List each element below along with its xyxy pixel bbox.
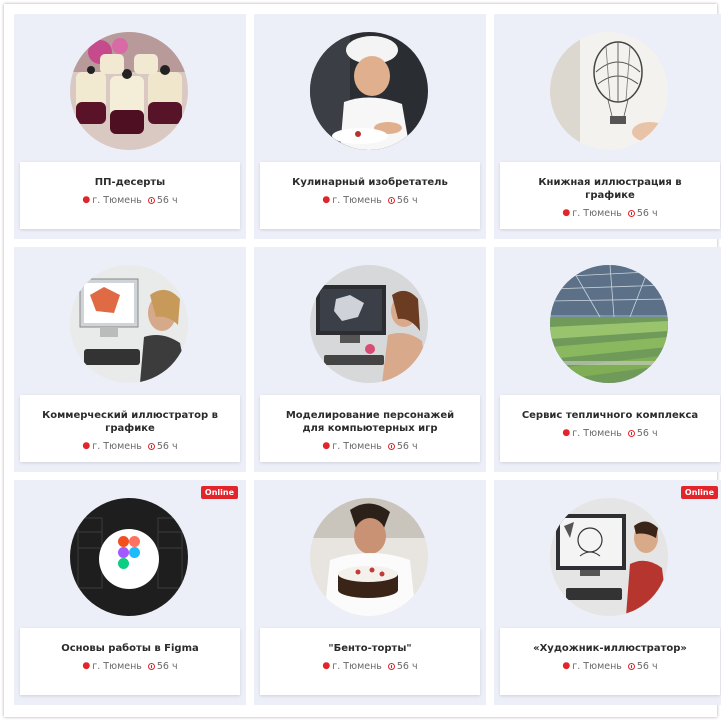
location-pin-icon: ● xyxy=(322,195,331,205)
location-pin-icon: ● xyxy=(562,661,571,671)
course-city: г. Тюмень xyxy=(332,195,382,206)
clock-icon xyxy=(147,663,155,670)
course-meta: ● г. Тюмень 56 ч xyxy=(322,661,417,672)
clock-icon xyxy=(627,430,635,437)
course-meta: ● г. Тюмень 56 ч xyxy=(322,195,417,206)
course-card[interactable]: Online Основы работы в Figma ● г. Тюмень… xyxy=(14,480,246,705)
course-meta: ● г. Тюмень 56 ч xyxy=(322,441,417,452)
clock-icon xyxy=(387,663,395,670)
courses-frame: ПП-десерты ● г. Тюмень 56 ч Кулинарный и… xyxy=(4,4,721,717)
course-meta: ● г. Тюмень 56 ч xyxy=(82,441,177,452)
course-title: «Художник-иллюстратор» xyxy=(533,643,687,654)
course-title: Моделирование персонажей для компьютерны… xyxy=(285,410,455,434)
location-pin-icon: ● xyxy=(562,428,571,438)
clock-icon xyxy=(147,443,155,450)
course-meta: ● г. Тюмень 56 ч xyxy=(562,661,657,672)
chef-photo xyxy=(310,32,428,150)
figma-logo xyxy=(70,498,188,616)
course-city: г. Тюмень xyxy=(92,441,142,452)
course-info: Коммерческий иллюстратор в графике ● г. Т… xyxy=(20,395,240,462)
course-title: Сервис тепличного комплекса xyxy=(521,410,699,421)
course-card[interactable]: "Бенто-торты" ● г. Тюмень 56 ч xyxy=(254,480,486,705)
course-city: г. Тюмень xyxy=(572,661,622,672)
clock-icon xyxy=(147,197,155,204)
course-city: г. Тюмень xyxy=(572,428,622,439)
course-duration: 56 ч xyxy=(636,661,658,672)
course-meta: ● г. Тюмень 56 ч xyxy=(82,661,177,672)
course-duration: 56 ч xyxy=(396,195,418,206)
location-pin-icon: ● xyxy=(82,441,91,451)
greenhouse-photo xyxy=(550,265,668,383)
course-card[interactable]: Кулинарный изобретатель ● г. Тюмень 56 ч xyxy=(254,14,486,239)
course-city: г. Тюмень xyxy=(92,195,142,206)
course-info: Кулинарный изобретатель ● г. Тюмень 56 ч xyxy=(260,162,480,229)
course-duration: 56 ч xyxy=(636,208,658,219)
course-title: Кулинарный изобретатель xyxy=(292,177,448,188)
cake-chef-photo xyxy=(310,498,428,616)
course-meta: ● г. Тюмень 56 ч xyxy=(82,195,177,206)
location-pin-icon: ● xyxy=(322,441,331,451)
course-card[interactable]: Сервис тепличного комплекса ● г. Тюмень 5… xyxy=(494,247,721,472)
course-info: Моделирование персонажей для компьютерны… xyxy=(260,395,480,462)
course-title: Книжная иллюстрация в графике xyxy=(538,177,682,201)
location-pin-icon: ● xyxy=(322,661,331,671)
course-duration: 56 ч xyxy=(396,661,418,672)
course-card[interactable]: Моделирование персонажей для компьютерны… xyxy=(254,247,486,472)
course-card[interactable]: Книжная иллюстрация в графике ● г. Тюмень… xyxy=(494,14,721,239)
graphic-tablet-photo xyxy=(70,265,188,383)
course-city: г. Тюмень xyxy=(572,208,622,219)
course-city: г. Тюмень xyxy=(92,661,142,672)
course-card[interactable]: ПП-десерты ● г. Тюмень 56 ч xyxy=(14,14,246,239)
course-info: Сервис тепличного комплекса ● г. Тюмень 5… xyxy=(500,395,720,462)
clock-icon xyxy=(627,210,635,217)
course-card[interactable]: Online «Художник-иллюстратор» ● г. Тюмен… xyxy=(494,480,721,705)
3d-modeling-photo xyxy=(310,265,428,383)
course-meta: ● г. Тюмень 56 ч xyxy=(562,208,657,219)
clock-icon xyxy=(387,197,395,204)
location-pin-icon: ● xyxy=(562,208,571,218)
course-city: г. Тюмень xyxy=(332,661,382,672)
illustrator-photo xyxy=(550,498,668,616)
balloon-sketch-photo xyxy=(550,32,668,150)
location-pin-icon: ● xyxy=(82,195,91,205)
clock-icon xyxy=(387,443,395,450)
course-info: "Бенто-торты" ● г. Тюмень 56 ч xyxy=(260,628,480,695)
course-duration: 56 ч xyxy=(156,441,178,452)
course-info: Основы работы в Figma ● г. Тюмень 56 ч xyxy=(20,628,240,695)
course-title: Коммерческий иллюстратор в графике xyxy=(42,410,218,434)
course-grid: ПП-десерты ● г. Тюмень 56 ч Кулинарный и… xyxy=(14,14,721,705)
course-info: «Художник-иллюстратор» ● г. Тюмень 56 ч xyxy=(500,628,720,695)
course-duration: 56 ч xyxy=(636,428,658,439)
course-duration: 56 ч xyxy=(396,441,418,452)
course-duration: 56 ч xyxy=(156,661,178,672)
course-info: ПП-десерты ● г. Тюмень 56 ч xyxy=(20,162,240,229)
course-city: г. Тюмень xyxy=(332,441,382,452)
course-title: Основы работы в Figma xyxy=(61,643,199,654)
location-pin-icon: ● xyxy=(82,661,91,671)
course-title: ПП-десерты xyxy=(94,177,166,188)
course-duration: 56 ч xyxy=(156,195,178,206)
course-card[interactable]: Коммерческий иллюстратор в графике ● г. Т… xyxy=(14,247,246,472)
course-meta: ● г. Тюмень 56 ч xyxy=(562,428,657,439)
desserts-photo xyxy=(70,32,188,150)
clock-icon xyxy=(627,663,635,670)
online-badge: Online xyxy=(680,486,718,499)
online-badge: Online xyxy=(200,486,238,499)
course-info: Книжная иллюстрация в графике ● г. Тюмень… xyxy=(500,162,720,229)
course-title: "Бенто-торты" xyxy=(328,643,412,654)
